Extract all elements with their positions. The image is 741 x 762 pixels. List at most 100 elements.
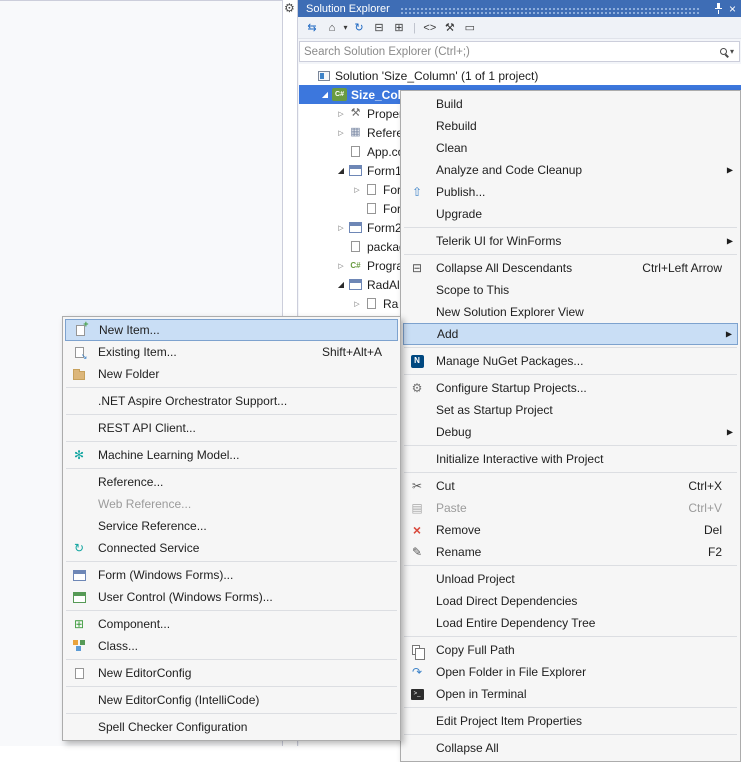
menu-item-label: New Solution Explorer View — [436, 305, 584, 319]
solution-explorer-header[interactable]: Solution Explorer × — [298, 0, 741, 17]
preview-icon[interactable]: ▭ — [462, 21, 478, 34]
menu-item-initialize-interactive-with-project[interactable]: Initialize Interactive with Project — [403, 448, 738, 470]
menu-item-new-solution-explorer-view[interactable]: New Solution Explorer View — [403, 301, 738, 323]
menu-item-open-folder-in-file-explorer[interactable]: ↷ Open Folder in File Explorer — [403, 661, 738, 683]
cs-file-icon — [348, 259, 363, 272]
menu-item-collapse-all[interactable]: Collapse All — [403, 737, 738, 759]
publish-icon: ⇧ — [411, 185, 423, 199]
search-caret-icon[interactable]: ▾ — [730, 47, 734, 56]
properties-wrench-icon[interactable]: ⚒ — [442, 21, 458, 34]
menu-item-clean[interactable]: Clean — [403, 137, 738, 159]
expander-collapsed-icon[interactable]: ▷ — [335, 129, 347, 137]
expander-expanded-icon[interactable]: ◢ — [335, 166, 347, 175]
paste-icon: ▤ — [411, 501, 423, 515]
gear-icon[interactable]: ⚙ — [284, 1, 295, 15]
menu-item-rename[interactable]: ✎ Rename F2 — [403, 541, 738, 563]
menu-item-reference[interactable]: Reference... — [65, 471, 398, 493]
menu-separator — [66, 468, 397, 469]
menu-item-paste[interactable]: ▤ Paste Ctrl+V — [403, 497, 738, 519]
search-input[interactable] — [300, 45, 718, 58]
menu-item-analyze-and-code-cleanup[interactable]: Analyze and Code Cleanup ▶ — [403, 159, 738, 181]
collapse-all-icon[interactable]: ⊟ — [371, 21, 387, 34]
menu-item-label: Scope to This — [436, 283, 510, 297]
menu-item-connected-service[interactable]: ↻ Connected Service — [65, 537, 398, 559]
expander-collapsed-icon[interactable]: ▷ — [351, 186, 363, 194]
pin-icon[interactable] — [713, 3, 723, 14]
menu-item-open-in-terminal[interactable]: Open in Terminal — [403, 683, 738, 705]
menu-item-unload-project[interactable]: Unload Project — [403, 568, 738, 590]
add-submenu: New Item... Existing Item... Shift+Alt+A Ne… — [62, 316, 401, 741]
editorconfig-icon — [65, 667, 93, 679]
gear-icon: ⚙ — [403, 382, 431, 394]
menu-item-rest-api-client[interactable]: REST API Client... — [65, 417, 398, 439]
menu-item-new-editorconfig-intellicode[interactable]: New EditorConfig (IntelliCode) — [65, 689, 398, 711]
menu-item-copy-full-path[interactable]: Copy Full Path — [403, 639, 738, 661]
menu-separator — [66, 387, 397, 388]
menu-item-label: Manage NuGet Packages... — [436, 354, 584, 368]
menu-item-edit-project-item-properties[interactable]: Edit Project Item Properties — [403, 710, 738, 732]
expander-collapsed-icon[interactable]: ▷ — [351, 300, 363, 308]
show-all-files-icon[interactable]: ⊞ — [391, 21, 407, 34]
tree-item-solution-size-column-1-of-1-project[interactable]: Solution 'Size_Column' (1 of 1 project) — [299, 66, 741, 85]
menu-item-telerik-ui-for-winforms[interactable]: Telerik UI for WinForms ▶ — [403, 230, 738, 252]
menu-item-form-windows-forms[interactable]: Form (Windows Forms)... — [65, 564, 398, 586]
menu-separator — [404, 374, 737, 375]
menu-item-remove[interactable]: × Remove Del — [403, 519, 738, 541]
refresh-icon[interactable]: ↻ — [351, 21, 367, 34]
collapse-descendants-icon: ⊟ — [411, 261, 423, 275]
menu-item-scope-to-this[interactable]: Scope to This — [403, 279, 738, 301]
menu-item-class[interactable]: Class... — [65, 635, 398, 657]
menu-item-debug[interactable]: Debug ▶ — [403, 421, 738, 443]
menu-item-upgrade[interactable]: Upgrade — [403, 203, 738, 225]
menu-item-existing-item[interactable]: Existing Item... Shift+Alt+A — [65, 341, 398, 363]
csproj-icon — [332, 88, 347, 102]
submenu-arrow-icon: ▶ — [726, 165, 733, 175]
menu-item-build[interactable]: Build — [403, 93, 738, 115]
code-view-icon[interactable]: <> — [422, 22, 438, 34]
menu-item-manage-nuget-packages[interactable]: Manage NuGet Packages... — [403, 350, 738, 372]
expander-collapsed-icon[interactable]: ▷ — [335, 110, 347, 118]
tree-item-label: RadAl — [367, 277, 400, 292]
solution-icon — [317, 70, 330, 81]
menu-item-machine-learning-model[interactable]: ✻ Machine Learning Model... — [65, 444, 398, 466]
menu-item-label: Set as Startup Project — [436, 403, 553, 417]
close-icon[interactable]: × — [729, 3, 736, 15]
menu-item-label: Component... — [98, 617, 171, 631]
menu-item-set-as-startup-project[interactable]: Set as Startup Project — [403, 399, 738, 421]
menu-item-load-entire-dependency-tree[interactable]: Load Entire Dependency Tree — [403, 612, 738, 634]
doc-icon — [367, 298, 376, 309]
collapse-descendants-icon: ⊟ — [403, 262, 431, 274]
menu-item-configure-startup-projects[interactable]: ⚙ Configure Startup Projects... — [403, 377, 738, 399]
expander-collapsed-icon[interactable]: ▷ — [335, 224, 347, 232]
menu-item-component[interactable]: ⊞ Component... — [65, 613, 398, 635]
expander-collapsed-icon[interactable]: ▷ — [335, 262, 347, 270]
expander-expanded-icon[interactable]: ◢ — [319, 90, 331, 99]
sync-with-active-document-icon[interactable]: ⇆ — [304, 21, 320, 34]
menu-item-web-reference[interactable]: Web Reference... — [65, 493, 398, 515]
menu-item-collapse-all-descendants[interactable]: ⊟ Collapse All Descendants Ctrl+Left Arrow — [403, 257, 738, 279]
menu-item-new-item[interactable]: New Item... — [65, 319, 398, 341]
views-caret-icon[interactable]: ▾ — [342, 23, 349, 32]
search-icon[interactable] — [719, 48, 727, 55]
menu-item-user-control-windows-forms[interactable]: User Control (Windows Forms)... — [65, 586, 398, 608]
menu-item-label: Edit Project Item Properties — [436, 714, 583, 728]
menu-item-net-aspire-orchestrator-support[interactable]: .NET Aspire Orchestrator Support... — [65, 390, 398, 412]
menu-item-label: REST API Client... — [98, 421, 196, 435]
menu-item-new-editorconfig[interactable]: New EditorConfig — [65, 662, 398, 684]
ml-model-icon: ✻ — [73, 448, 85, 462]
menu-item-add[interactable]: Add ▶ — [403, 323, 738, 345]
menu-item-new-folder[interactable]: New Folder — [65, 363, 398, 385]
menu-item-load-direct-dependencies[interactable]: Load Direct Dependencies — [403, 590, 738, 612]
menu-item-spell-checker-configuration[interactable]: Spell Checker Configuration — [65, 716, 398, 738]
doc-icon — [364, 202, 379, 216]
switch-views-icon[interactable]: ⌂ — [324, 22, 340, 34]
menu-item-label: New EditorConfig — [98, 666, 192, 680]
menu-item-service-reference[interactable]: Service Reference... — [65, 515, 398, 537]
paste-icon: ▤ — [403, 502, 431, 514]
menu-item-cut[interactable]: ✂ Cut Ctrl+X — [403, 475, 738, 497]
menu-item-rebuild[interactable]: Rebuild — [403, 115, 738, 137]
publish-icon: ⇧ — [403, 186, 431, 198]
menu-item-label: Collapse All Descendants — [436, 261, 573, 275]
expander-expanded-icon[interactable]: ◢ — [335, 280, 347, 289]
menu-item-publish[interactable]: ⇧ Publish... — [403, 181, 738, 203]
